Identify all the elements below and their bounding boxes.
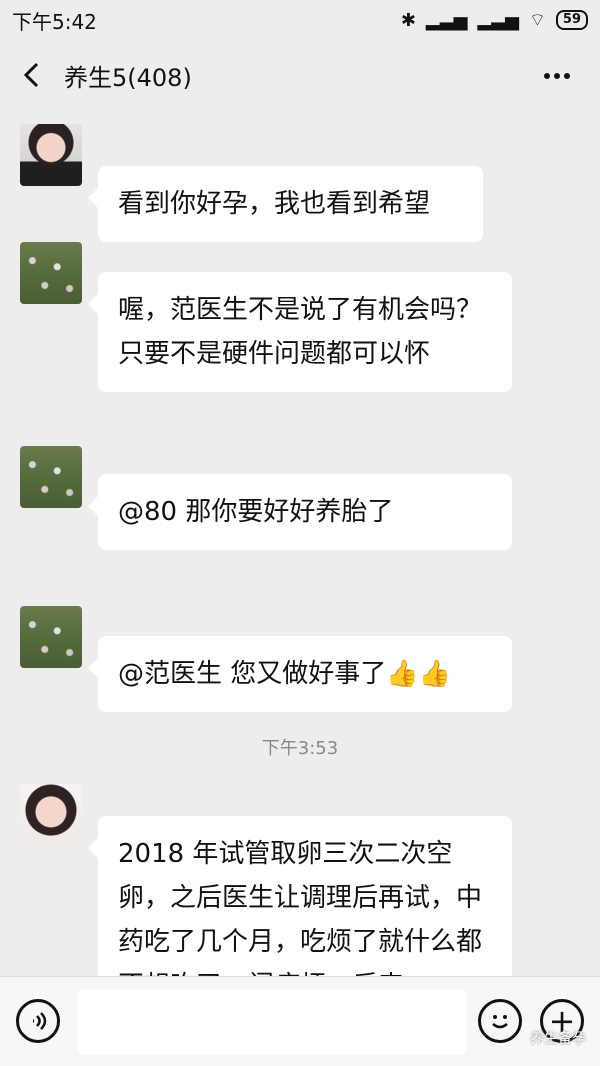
message-bubble: @范医生 您又做好事了👍👍	[88, 636, 512, 712]
status-time: 下午5:42	[12, 9, 97, 34]
status-bar: 下午5:42 ✱ ▂▃▅ ▂▃▅ ⌔ 59	[0, 0, 600, 40]
signal-icon-2: ▂▃▅	[477, 9, 519, 31]
wifi-icon: ⌔	[528, 9, 546, 31]
timestamp: 下午3:53	[261, 738, 339, 759]
watermark: 养生备孕	[530, 1031, 586, 1047]
smile-icon	[492, 1015, 508, 1029]
avatar[interactable]	[20, 242, 82, 304]
emoji-icon[interactable]	[478, 999, 522, 1043]
back-icon[interactable]	[20, 62, 46, 88]
status-icons: ✱ ▂▃▅ ▂▃▅ ⌔ 59	[401, 9, 588, 32]
signal-icon: ▂▃▅	[425, 9, 468, 31]
chat-header: 养生5(408)	[0, 40, 600, 112]
message-bubble: @80 那你要好好养胎了	[88, 474, 512, 550]
avatar[interactable]	[20, 606, 82, 668]
voice-icon[interactable]	[16, 999, 60, 1043]
more-icon[interactable]	[542, 66, 572, 86]
battery-icon: 59	[555, 10, 588, 30]
bluetooth-icon: ✱	[400, 9, 416, 31]
chat-title: 养生5(408)	[64, 64, 192, 92]
input-bar: + 养生备孕	[0, 976, 600, 1066]
avatar[interactable]	[20, 124, 82, 186]
message-bubble: 喔，范医生不是说了有机会吗？只要不是硬件问题都可以怀	[88, 272, 512, 392]
chat-area: 看到你好孕，我也看到希望 喔，范医生不是说了有机会吗？只要不是硬件问题都可以怀 …	[0, 112, 600, 976]
message-bubble: 2018 年试管取卵三次二次空卵，之后医生让调理后再试，中药吃了几个月，吃烦了就…	[88, 816, 512, 976]
voice-wave-icon	[33, 1012, 47, 1030]
avatar[interactable]	[20, 446, 82, 508]
avatar[interactable]	[20, 784, 82, 846]
message-input[interactable]	[78, 989, 466, 1055]
message-bubble: 看到你好孕，我也看到希望	[88, 166, 483, 242]
